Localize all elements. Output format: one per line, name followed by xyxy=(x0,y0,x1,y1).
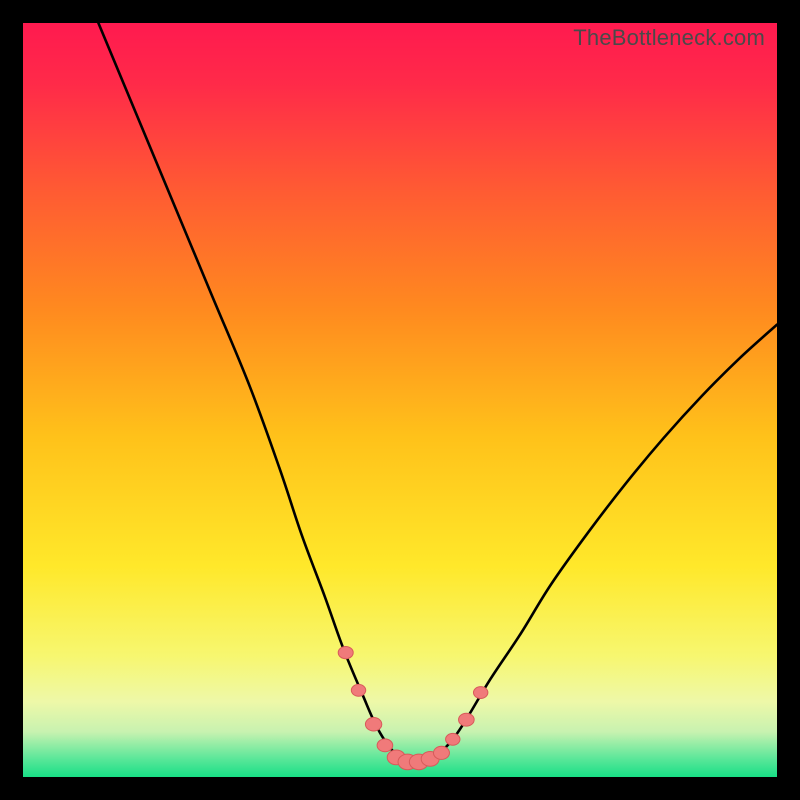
bottleneck-chart xyxy=(23,23,777,777)
highlight-marker xyxy=(365,718,381,731)
plot-area: TheBottleneck.com xyxy=(23,23,777,777)
highlight-marker xyxy=(459,713,475,726)
frame: TheBottleneck.com xyxy=(0,0,800,800)
highlight-marker xyxy=(473,687,487,699)
gradient-background xyxy=(23,23,777,777)
highlight-marker xyxy=(446,733,460,745)
highlight-marker xyxy=(433,746,449,759)
highlight-marker xyxy=(377,739,393,752)
highlight-marker xyxy=(338,646,353,658)
highlight-marker xyxy=(351,684,365,696)
watermark-text: TheBottleneck.com xyxy=(573,25,765,51)
